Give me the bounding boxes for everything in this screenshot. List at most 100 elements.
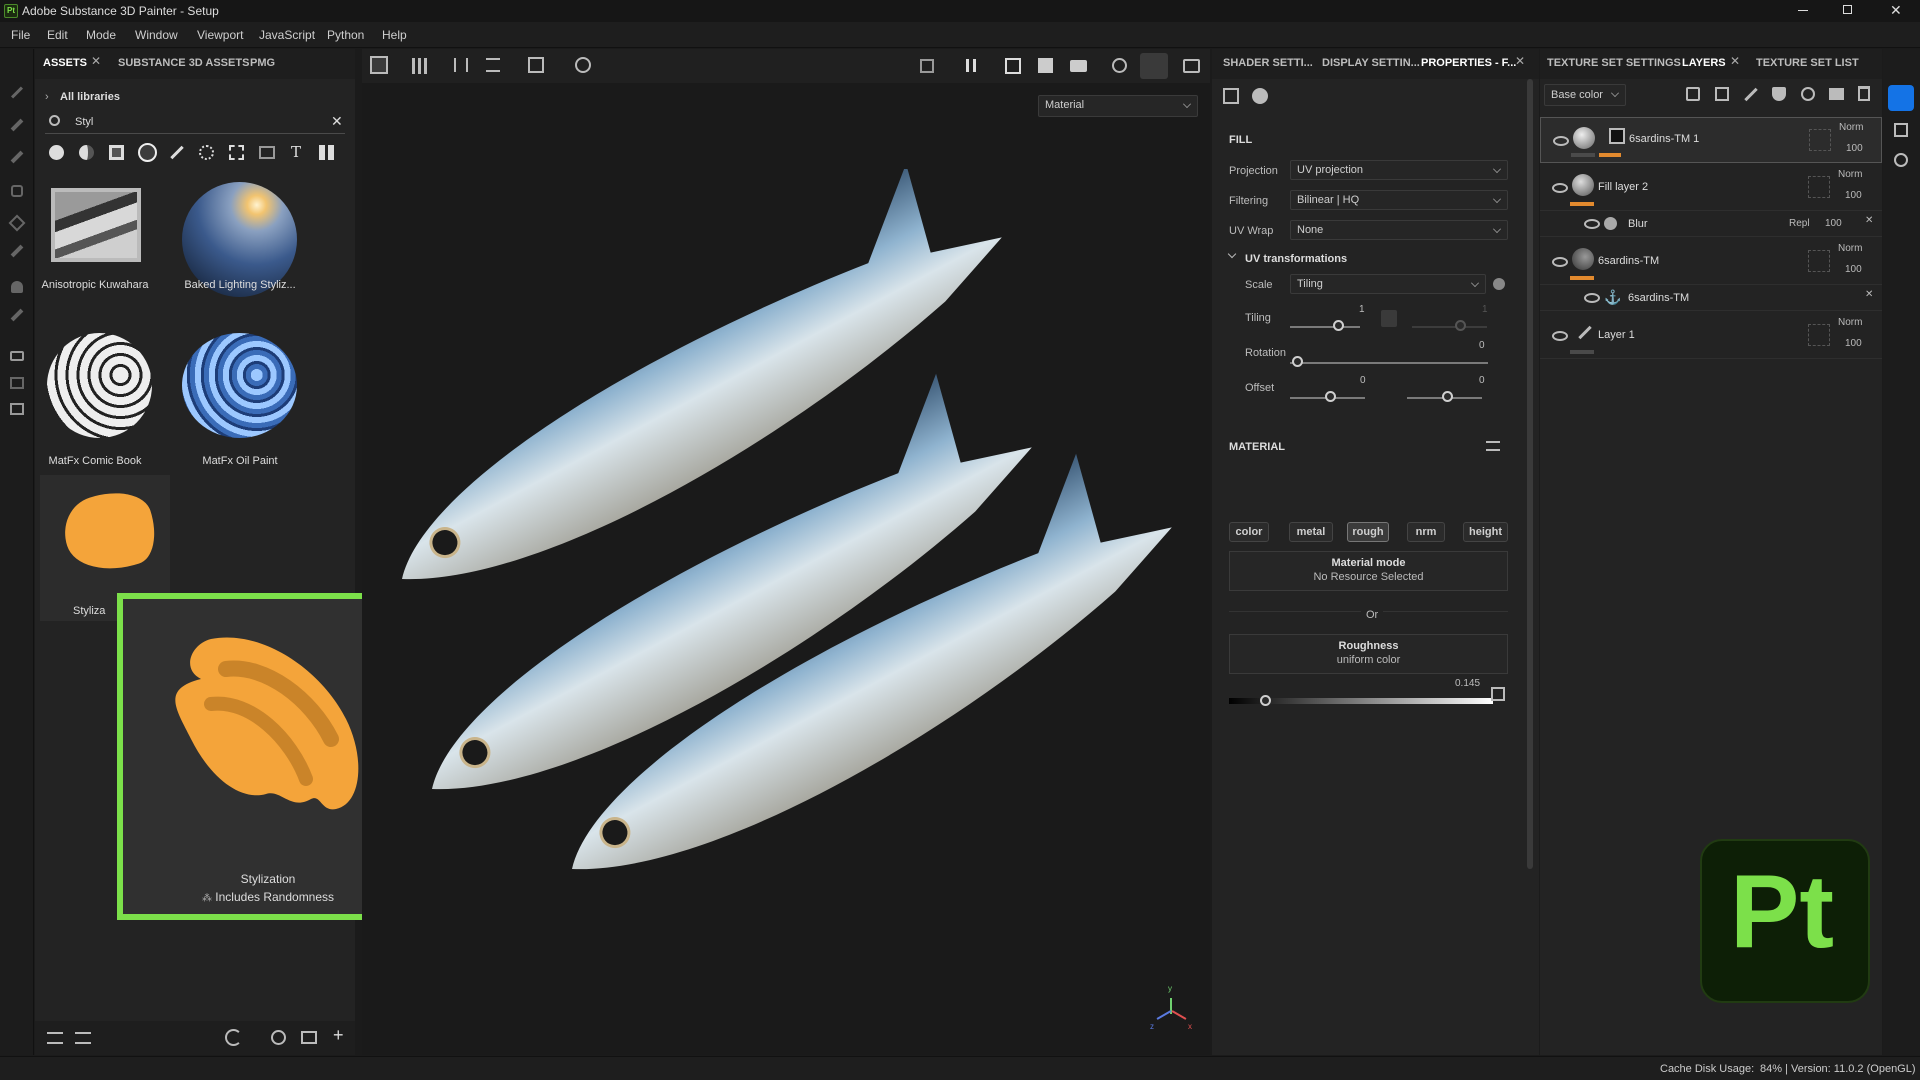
close-tab-icon[interactable]: ✕ [91,54,101,68]
visibility-eye-icon[interactable] [1552,183,1568,193]
add-folder-icon[interactable] [1829,88,1844,100]
screenshot-icon[interactable] [1183,59,1200,73]
offset-slider-knob[interactable] [1442,391,1453,402]
offset-slider-knob[interactable] [1325,391,1336,402]
grid-view-icon[interactable] [319,145,334,160]
add-smart-mask-icon[interactable] [1801,87,1815,101]
blend-mode[interactable]: Norm [1838,169,1862,180]
close-icon[interactable]: ✕ [1890,2,1902,19]
measure-tool-icon[interactable] [10,308,24,322]
refresh-icon[interactable] [225,1029,242,1046]
chevron-down-icon[interactable] [1227,249,1237,259]
split-icon[interactable] [486,58,500,72]
filter-effect-icon[interactable] [138,143,157,162]
menu-mode[interactable]: Mode [86,28,116,42]
info-icon[interactable] [1493,278,1505,290]
tab-properties[interactable]: PROPERTIES - F... [1421,57,1516,69]
tab-assets[interactable]: ASSETS [43,57,87,69]
material-filter-icon[interactable] [49,145,64,160]
rotation-slider[interactable] [1290,362,1488,364]
camera-icon[interactable] [1070,60,1087,72]
tiling-slider-knob[interactable] [1333,320,1344,331]
add-icon[interactable]: + [333,1025,344,1046]
menu-python[interactable]: Python [327,28,364,42]
paint-tool-icon[interactable] [10,86,24,99]
asset-tile[interactable]: MatFx Comic Book [40,327,152,471]
pause-icon[interactable] [966,59,976,72]
layer-opacity[interactable]: 100 [1845,190,1862,201]
tab-substance-assets[interactable]: SUBSTANCE 3D ASSETS [118,57,249,69]
channel-select[interactable]: Base color [1544,84,1626,106]
tiling-slider-1[interactable] [1290,326,1360,328]
viewport-mode-select[interactable]: Material [1038,95,1198,117]
menu-window[interactable]: Window [135,28,178,42]
effect-opacity[interactable]: 100 [1825,218,1842,229]
layer-opacity[interactable]: 100 [1845,338,1862,349]
tab-texture-set-list[interactable]: TEXTURE SET LIST [1756,57,1859,69]
projection-tool-icon[interactable] [10,150,24,164]
delete-icon[interactable] [1858,86,1870,101]
asset-tile[interactable]: Baked Lighting Styliz... [155,179,297,323]
roughness-slot[interactable]: Roughness uniform color [1229,634,1508,674]
bake-tool-icon[interactable] [10,377,24,389]
maximize-icon[interactable] [1843,5,1852,14]
tiling-slider-knob[interactable] [1455,320,1466,331]
lock-icon[interactable] [1381,310,1397,327]
clock-icon[interactable] [1894,153,1908,167]
blend-mode[interactable]: Norm [1838,317,1862,328]
asset-tile[interactable]: Anisotropic Kuwahara [40,179,150,323]
add-mask-icon[interactable] [1715,87,1729,101]
remove-effect-icon[interactable]: ✕ [1865,289,1873,300]
clone-tool-icon[interactable] [10,244,24,258]
mask-filter-icon[interactable] [109,145,124,160]
paint-mode-icon[interactable] [1140,53,1168,79]
eraser-tool-icon[interactable] [10,118,24,132]
list-view-icon[interactable] [47,1032,63,1044]
layer-row[interactable]: Layer 1 Norm 100 [1540,313,1882,359]
tab-pmg[interactable]: PMG [250,57,275,69]
visibility-eye-icon[interactable] [1552,331,1568,341]
asset-tile[interactable]: MatFx Oil Paint [155,327,297,471]
picker-icon[interactable] [1491,687,1505,701]
tab-layers[interactable]: LAYERS [1682,57,1726,69]
pattern-filter-icon[interactable] [229,145,244,160]
clear-search-icon[interactable]: ✕ [331,113,343,130]
rotation-slider-knob[interactable] [1292,356,1303,367]
compact-view-icon[interactable] [75,1032,91,1044]
uvwrap-select[interactable]: None [1290,220,1508,240]
text-filter-icon[interactable]: T [291,143,301,161]
close-tab-icon[interactable]: ✕ [1515,54,1525,68]
channel-nrm[interactable]: nrm [1407,522,1445,542]
layer-opacity[interactable]: 100 [1845,264,1862,275]
remove-effect-icon[interactable]: ✕ [1865,215,1873,226]
viewport[interactable]: Material y x z [362,49,1210,1055]
minimize-icon[interactable] [1798,10,1808,11]
polygon-fill-icon[interactable] [11,185,23,197]
channel-height[interactable]: height [1463,522,1508,542]
layer-row[interactable]: 6sardins-TM 1 Norm 100 [1540,117,1882,163]
uv-transformations-title[interactable]: UV transformations [1245,253,1347,265]
layer-row[interactable]: 6sardins-TM Norm 100 [1540,239,1882,285]
menu-viewport[interactable]: Viewport [197,28,243,42]
breadcrumb[interactable]: › All libraries [45,89,120,103]
folder-icon[interactable] [301,1031,317,1044]
particle-filter-icon[interactable] [199,145,214,160]
blend-mode[interactable]: Norm [1839,122,1863,133]
text-tool-icon[interactable] [10,351,24,361]
channel-rough[interactable]: rough [1347,522,1389,542]
add-effect-icon[interactable] [1686,87,1700,101]
material-menu-icon[interactable] [1486,441,1500,451]
menu-edit[interactable]: Edit [47,28,68,42]
visibility-eye-icon[interactable] [1553,136,1569,146]
roughness-slider-knob[interactable] [1260,695,1271,706]
channel-metal[interactable]: metal [1289,522,1333,542]
tiling-slider-2[interactable] [1412,326,1487,328]
share-icon[interactable] [1888,85,1914,111]
material-mode-slot[interactable]: Material mode No Resource Selected [1229,551,1508,591]
blend-mode[interactable]: Repl [1789,218,1810,229]
search-bar[interactable]: Styl ✕ [45,112,345,134]
search-input[interactable]: Styl [75,116,93,128]
menu-javascript[interactable]: JavaScript [259,28,315,42]
visibility-eye-icon[interactable] [1584,219,1600,229]
history-panel-icon[interactable] [1894,123,1908,137]
